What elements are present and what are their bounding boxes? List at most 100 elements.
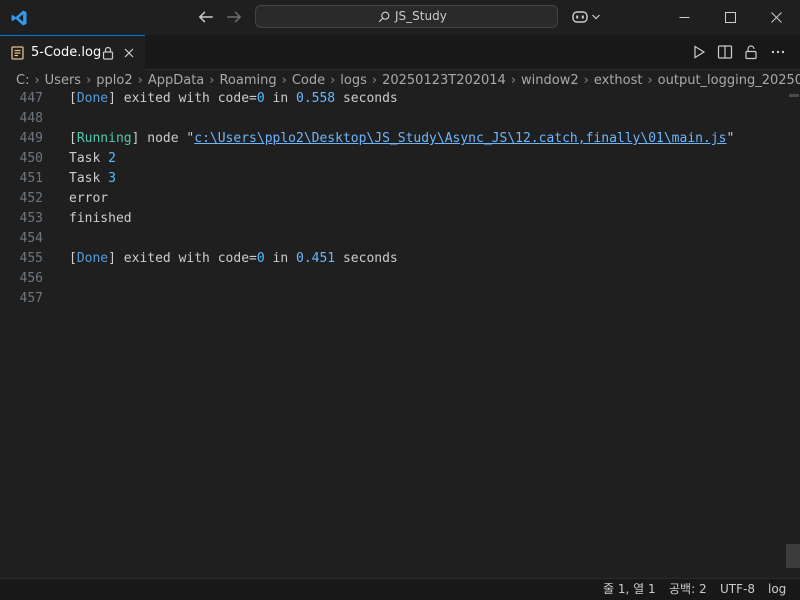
code-token: [	[69, 131, 77, 146]
split-editor-icon[interactable]	[717, 44, 733, 60]
indentation-setting[interactable]: 공백: 2	[669, 579, 707, 600]
line-number: 449	[19, 131, 43, 146]
editor-line[interactable]: 455 [Done] exited with code=0 in 0.451 se…	[0, 249, 786, 269]
language-mode[interactable]: log	[768, 579, 786, 600]
status-bar: 줄 1, 열 1 공백: 2 UTF-8 log	[0, 578, 800, 600]
code-token: "	[726, 131, 735, 146]
line-number: 457	[19, 291, 43, 306]
breadcrumb-item[interactable]: Code	[292, 73, 325, 88]
line-number: 448	[19, 111, 43, 126]
breadcrumb-item[interactable]: pplo2	[96, 73, 132, 88]
breadcrumb: C: › Users › pplo2 › AppData › Roaming › Code › logs…	[0, 70, 800, 92]
breadcrumb-item[interactable]: exthost	[594, 73, 643, 88]
line-content: finished	[69, 209, 132, 229]
line-content: [Done] exited with code=0 in 0.451 secon…	[69, 249, 398, 269]
code-token: 0	[256, 251, 265, 266]
code-token: exited with code=	[115, 251, 257, 266]
editor-line[interactable]: 447 [Done] exited with code=0 in 0.558 se…	[0, 92, 786, 109]
editor-line[interactable]: 448	[0, 109, 786, 129]
close-icon[interactable]	[124, 48, 134, 58]
unlock-icon[interactable]	[743, 44, 759, 60]
breadcrumb-item[interactable]: window2	[521, 73, 579, 88]
editor-line[interactable]: 449 [Running] node "c:\Users\pplo2\Deskto…	[0, 129, 786, 149]
code-token: ]	[108, 251, 116, 266]
scrollbar-thumb[interactable]	[786, 544, 800, 568]
maximize-icon	[725, 12, 736, 23]
run-icon[interactable]	[691, 44, 707, 60]
maximize-button[interactable]	[708, 0, 754, 35]
title-bar: JS_Study	[0, 0, 800, 36]
editor-line[interactable]: 452 error	[0, 189, 786, 209]
line-number: 447	[19, 92, 43, 106]
code-token: 0.558	[296, 92, 336, 106]
arrow-left-icon[interactable]	[197, 8, 215, 26]
file-encoding[interactable]: UTF-8	[720, 579, 755, 600]
code-token: 0	[256, 92, 265, 106]
code-token: Task	[69, 151, 109, 166]
scrollbar-marker	[789, 94, 799, 97]
code-token: Done	[76, 251, 109, 266]
search-icon	[378, 11, 390, 23]
line-content: Task 3	[69, 169, 116, 189]
code-token: seconds	[335, 92, 398, 106]
breadcrumb-separator-icon: ›	[510, 73, 517, 88]
file-log-icon	[11, 46, 24, 60]
lock-icon	[102, 46, 114, 60]
minimize-button[interactable]	[662, 0, 708, 35]
line-number: 451	[19, 171, 43, 186]
breadcrumb-separator-icon: ›	[86, 73, 92, 88]
editor-line[interactable]: 451 Task 3	[0, 169, 786, 189]
close-window-button[interactable]	[754, 0, 800, 35]
editor-line[interactable]: 450 Task 2	[0, 149, 786, 169]
breadcrumb-item[interactable]: output_logging_20250123T202029	[658, 73, 800, 88]
breadcrumb-item[interactable]: Roaming	[219, 73, 276, 88]
breadcrumb-item[interactable]: C:	[16, 73, 29, 88]
code-token: in	[264, 251, 296, 266]
editor-line[interactable]: 456	[0, 269, 786, 289]
breadcrumb-item[interactable]: logs	[340, 73, 367, 88]
command-center-search[interactable]: JS_Study	[255, 5, 558, 28]
search-text: JS_Study	[395, 9, 447, 23]
line-content: [Running] node "c:\Users\pplo2\Desktop\J…	[69, 129, 734, 149]
code-token: 2	[108, 151, 116, 166]
copilot-icon[interactable]	[571, 8, 589, 26]
line-number: 455	[19, 251, 43, 266]
arrow-right-icon[interactable]	[225, 8, 243, 26]
line-content: Task 2	[69, 149, 116, 169]
code-token: Done	[76, 92, 109, 106]
vscode-logo-icon[interactable]	[10, 9, 28, 27]
breadcrumb-separator-icon: ›	[583, 73, 589, 88]
chevron-down-icon[interactable]	[591, 12, 601, 22]
tab-bar: 5-Code.log	[0, 35, 800, 70]
code-token: error	[69, 191, 109, 206]
breadcrumb-item[interactable]: 20250123T202014	[382, 73, 506, 88]
breadcrumb-separator-icon: ›	[137, 73, 143, 88]
code-token: node	[139, 131, 187, 146]
editor-line[interactable]: 457	[0, 289, 786, 309]
code-token: 0.451	[296, 251, 336, 266]
editor-line[interactable]: 454	[0, 229, 786, 249]
code-token: in	[264, 92, 296, 106]
editor-line[interactable]: 453 finished	[0, 209, 786, 229]
code-token: seconds	[335, 251, 398, 266]
breadcrumb-separator-icon: ›	[34, 73, 40, 88]
code-token: finished	[69, 211, 132, 226]
breadcrumb-separator-icon: ›	[647, 73, 653, 88]
tab-label: 5-Code.log	[31, 45, 102, 60]
breadcrumb-item[interactable]: Users	[45, 73, 81, 88]
vertical-scrollbar[interactable]	[786, 92, 800, 578]
breadcrumb-separator-icon: ›	[371, 73, 378, 88]
more-icon[interactable]	[770, 44, 786, 60]
line-content: [Done] exited with code=0 in 0.558 secon…	[69, 92, 398, 109]
editor[interactable]: 447 [Done] exited with code=0 in 0.558 se…	[0, 92, 786, 578]
line-number: 454	[19, 231, 43, 246]
editor-tab[interactable]: 5-Code.log	[0, 35, 145, 70]
cursor-position[interactable]: 줄 1, 열 1	[603, 579, 656, 600]
code-token: ]	[108, 92, 116, 106]
file-path-link[interactable]: c:\Users\pplo2\Desktop\JS_Study\Async_JS…	[194, 131, 726, 146]
breadcrumb-separator-icon: ›	[330, 73, 336, 88]
line-number: 453	[19, 211, 43, 226]
code-token: Task	[69, 171, 109, 186]
breadcrumb-item[interactable]: AppData	[148, 73, 204, 88]
line-number: 452	[19, 191, 43, 206]
